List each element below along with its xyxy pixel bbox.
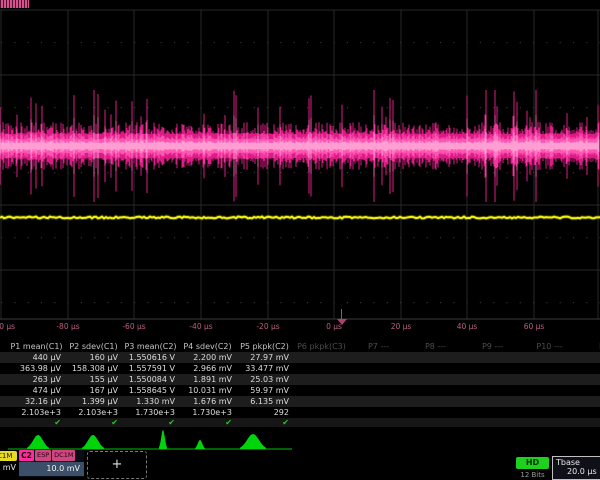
time-axis-label: -100 µs <box>0 322 15 331</box>
measure-value: 10.031 mV <box>179 385 236 396</box>
hd-mode-badge[interactable]: HD <box>516 457 549 469</box>
timebase-box[interactable]: Tbase 20.0 µs <box>552 456 600 480</box>
param-header-p3[interactable]: P3 mean(C2) <box>122 341 179 352</box>
time-axis-label: 40 µs <box>457 322 478 331</box>
time-axis-label: 20 µs <box>391 322 412 331</box>
measure-value: 2.103e+3 <box>65 407 122 418</box>
status-check-icon: ✔ <box>65 418 122 427</box>
c1-coupling-badge[interactable]: DC1M <box>0 451 17 461</box>
status-check-icon: ✔ <box>8 418 65 427</box>
measure-value: 440 µV <box>8 352 65 363</box>
trace-status-badge <box>0 0 29 8</box>
timebase-value: 20.0 µs <box>553 467 600 476</box>
measure-value: 263 µV <box>8 374 65 385</box>
measure-value: 2.200 mV <box>179 352 236 363</box>
measure-value: 155 µV <box>65 374 122 385</box>
measure-value: 27.97 mV <box>236 352 293 363</box>
measure-value: 25.03 mV <box>236 374 293 385</box>
param-header-unused[interactable]: P9 --- <box>464 341 521 352</box>
param-header-p4[interactable]: P4 sdev(C2) <box>179 341 236 352</box>
trigger-marker-line <box>341 309 342 319</box>
c2-scale-value: 10.0 mV <box>19 462 84 476</box>
param-header-p5[interactable]: P5 pkpk(C2) <box>236 341 293 352</box>
hd-bits-label: 12 Bits <box>516 471 549 479</box>
time-axis-label: -20 µs <box>256 322 279 331</box>
measure-header-row: P1 mean(C1)P2 sdev(C1)P3 mean(C2)P4 sdev… <box>0 341 600 352</box>
param-header-unused[interactable]: P7 --- <box>350 341 407 352</box>
measure-value: 1.557591 V <box>122 363 179 374</box>
time-axis-label: -40 µs <box>189 322 212 331</box>
measure-value: 363.98 µV <box>8 363 65 374</box>
param-header-p2[interactable]: P2 sdev(C1) <box>65 341 122 352</box>
measure-value: 33.477 mV <box>236 363 293 374</box>
time-axis-label: -80 µs <box>56 322 79 331</box>
add-channel-button[interactable]: + <box>87 451 147 479</box>
measure-row-value: 440 µV160 µV1.550616 V2.200 mV27.97 mV <box>0 352 600 363</box>
measure-value: 59.97 mV <box>236 385 293 396</box>
measure-row-num: 2.103e+32.103e+31.730e+31.730e+3292 <box>0 407 600 418</box>
status-check-icon: ✔ <box>122 418 179 427</box>
status-check-icon: ✔ <box>179 418 236 427</box>
measure-value: 1.730e+3 <box>122 407 179 418</box>
measure-value: 1.676 mV <box>179 396 236 407</box>
measure-value: 1.550616 V <box>122 352 179 363</box>
measure-status-row: ✔✔✔✔✔ <box>0 418 600 427</box>
c2-descriptor-box[interactable]: C2 ESP DC1M 10.0 mV <box>19 450 84 477</box>
measure-value: 474 µV <box>8 385 65 396</box>
measurement-table: P1 mean(C1)P2 sdev(C1)P3 mean(C2)P4 sdev… <box>0 341 600 427</box>
c2-channel-badge[interactable]: C2 <box>19 450 34 461</box>
measure-value: 2.103e+3 <box>8 407 65 418</box>
param-header-unused[interactable]: P8 --- <box>407 341 464 352</box>
measure-value: 2.966 mV <box>179 363 236 374</box>
measure-value: 292 <box>236 407 293 418</box>
timebase-label: Tbase <box>553 457 600 467</box>
measure-value: 1.730e+3 <box>179 407 236 418</box>
param-header-unused[interactable]: P6 pkpk(C3) <box>293 341 350 352</box>
measure-value: 6.135 mV <box>236 396 293 407</box>
measure-value: 1.550084 V <box>122 374 179 385</box>
measure-value: 1.330 mV <box>122 396 179 407</box>
measure-value: 1.399 µV <box>65 396 122 407</box>
measure-row-mean: 363.98 µV158.308 µV1.557591 V2.966 mV33.… <box>0 363 600 374</box>
measure-row-max: 474 µV167 µV1.558645 V10.031 mV59.97 mV <box>0 385 600 396</box>
measure-value: 160 µV <box>65 352 122 363</box>
param-header-p1[interactable]: P1 mean(C1) <box>8 341 65 352</box>
measure-value: 32.16 µV <box>8 396 65 407</box>
time-axis-label: 60 µs <box>524 322 545 331</box>
c2-coupling-badge: DC1M <box>52 450 75 461</box>
measure-value: 167 µV <box>65 385 122 396</box>
trigger-marker-icon[interactable] <box>337 319 347 325</box>
param-header-unused[interactable]: P11 <box>578 341 600 352</box>
measure-row-sdev: 32.16 µV1.399 µV1.330 mV1.676 mV6.135 mV <box>0 396 600 407</box>
measure-row-min: 263 µV155 µV1.550084 V1.891 mV25.03 mV <box>0 374 600 385</box>
measure-value: 1.891 mV <box>179 374 236 385</box>
c1-scale-value[interactable]: 10.0 mV <box>0 463 16 472</box>
param-header-unused[interactable]: P10 --- <box>521 341 578 352</box>
status-check-icon: ✔ <box>236 418 293 427</box>
c2-esp-badge: ESP <box>35 450 51 461</box>
time-axis-label: -60 µs <box>122 322 145 331</box>
measure-value: 1.558645 V <box>122 385 179 396</box>
measure-value: 158.308 µV <box>65 363 122 374</box>
